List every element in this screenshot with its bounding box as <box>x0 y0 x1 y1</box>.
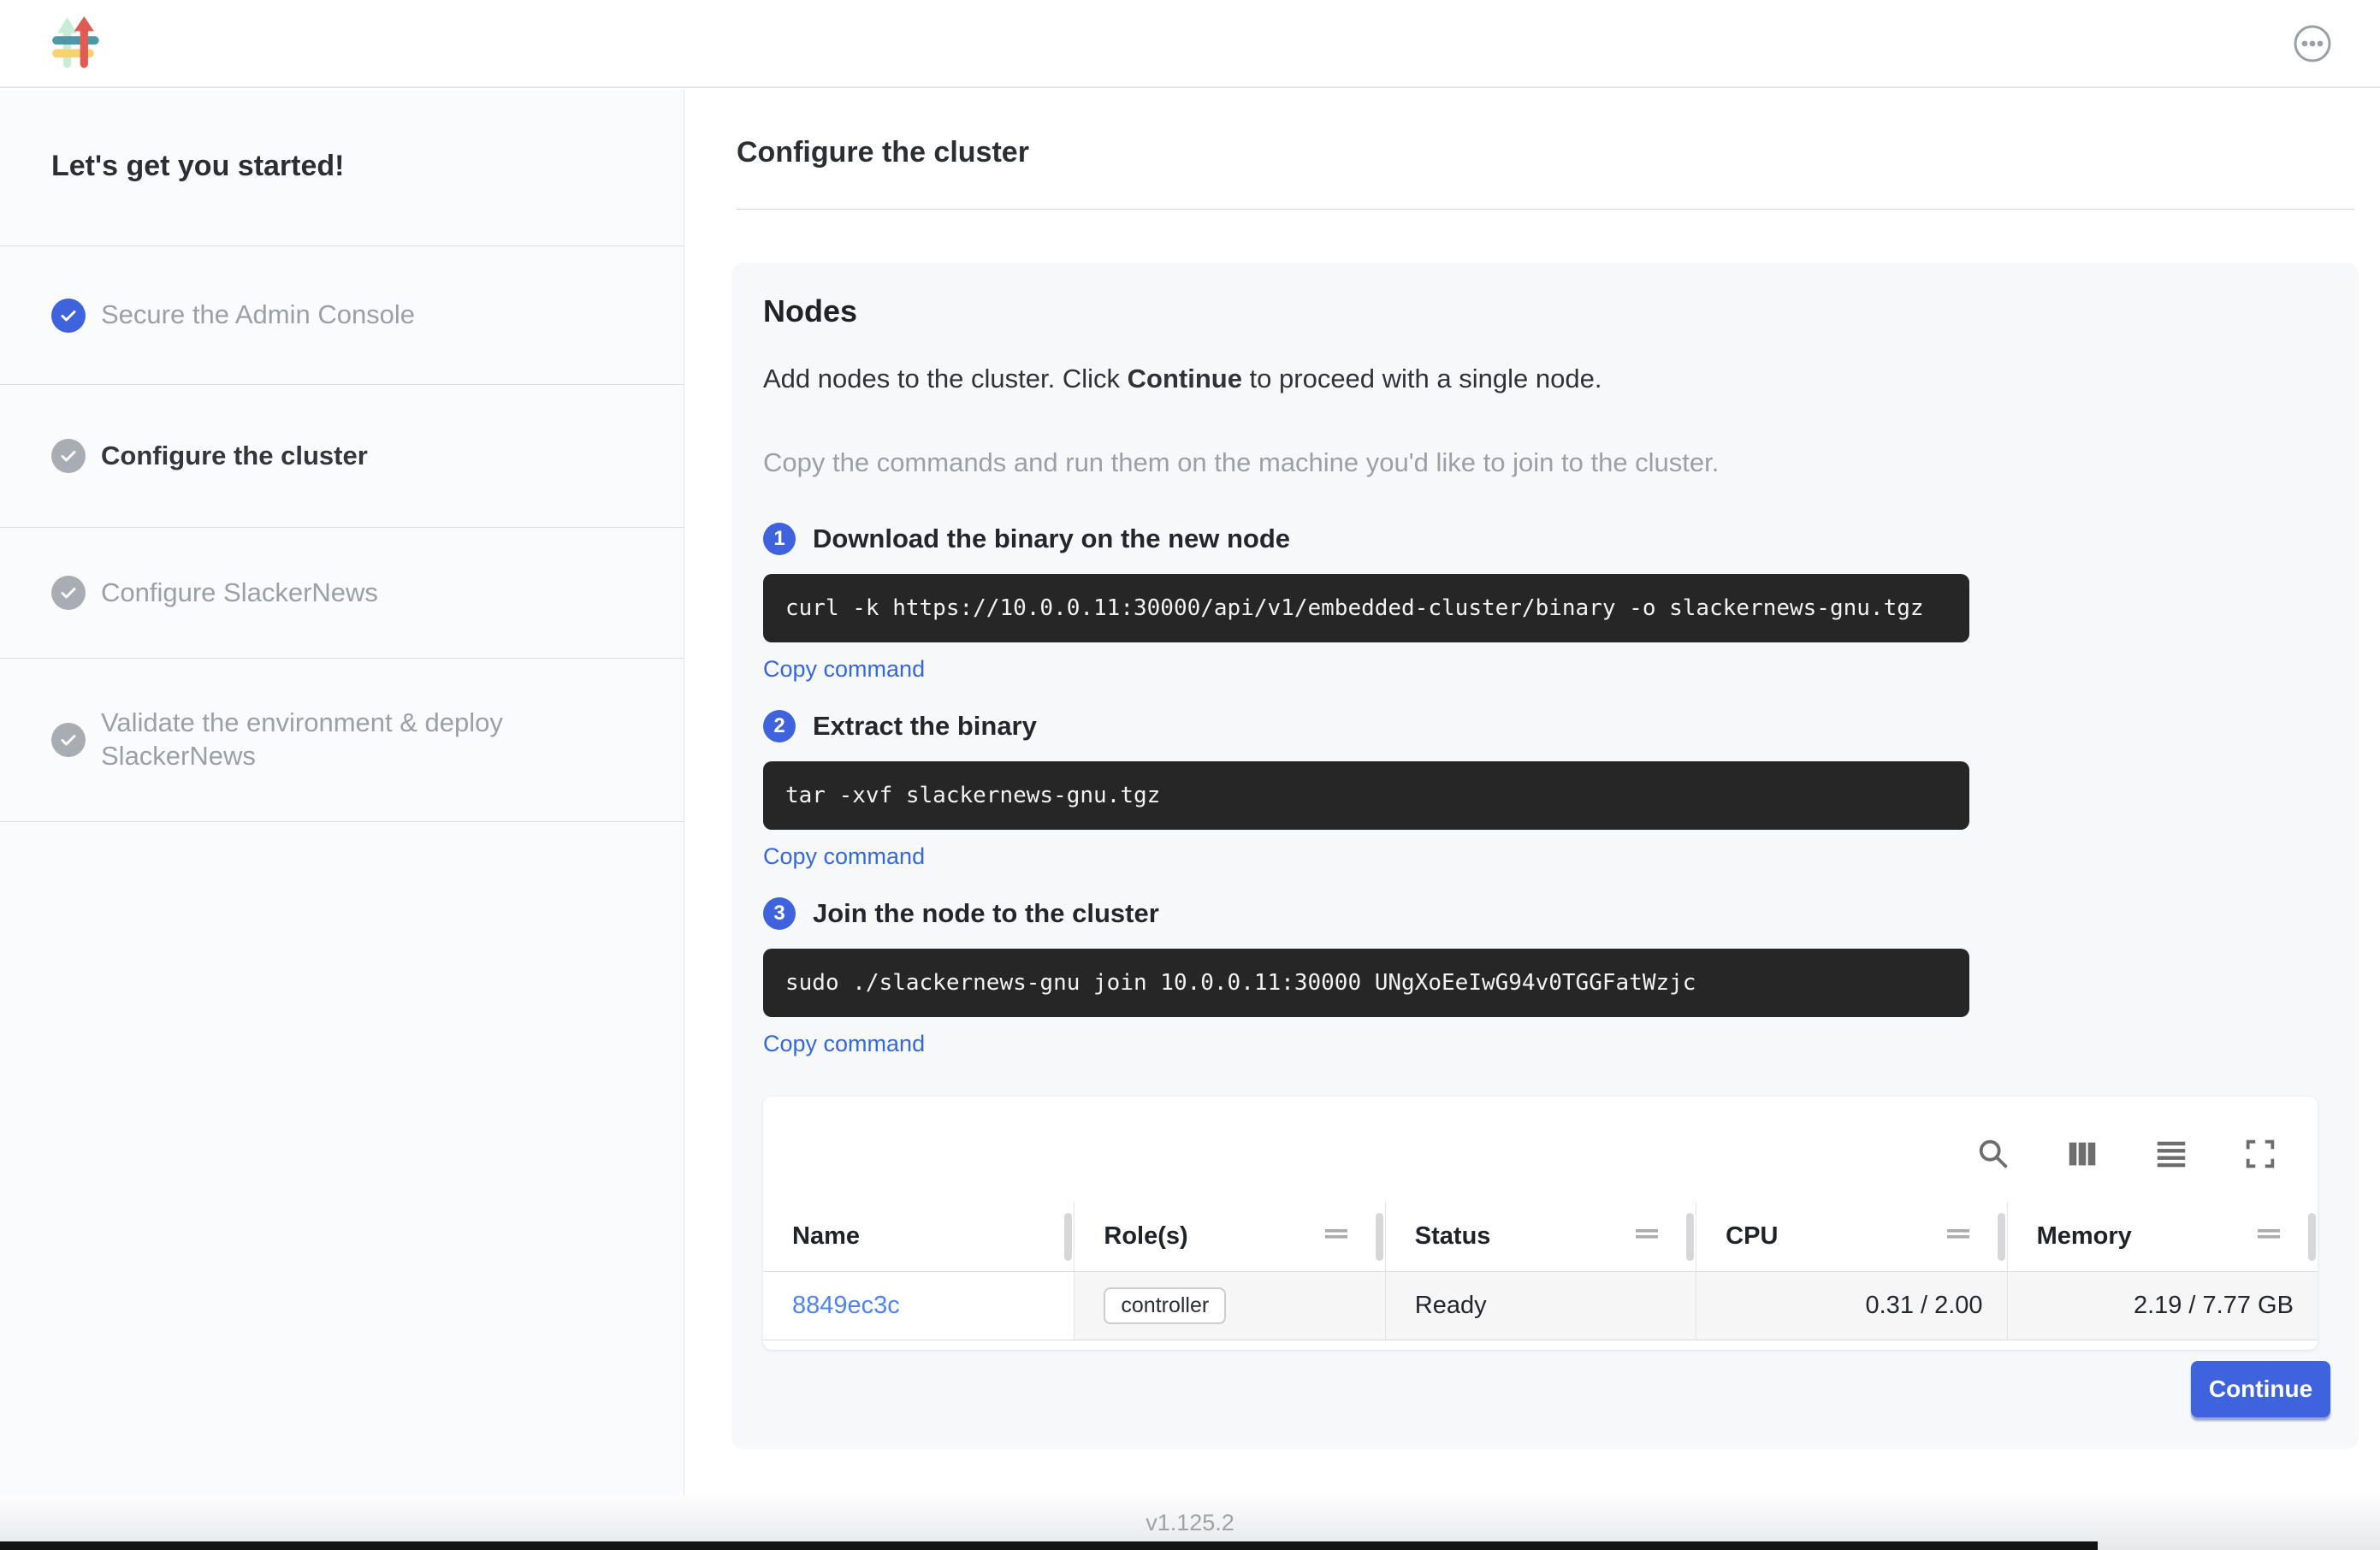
column-resize-handle[interactable] <box>1686 1213 1694 1261</box>
sidebar-item-label: Configure the cluster <box>101 440 368 473</box>
slackernews-logo-icon <box>51 16 101 71</box>
sidebar-item-label: Validate the environment & deploy Slacke… <box>101 707 597 773</box>
column-resize-handle[interactable] <box>2308 1213 2316 1261</box>
node-cpu-cell: 0.31 / 2.00 <box>1696 1272 2006 1340</box>
overflow-menu-button[interactable] <box>2293 24 2332 63</box>
copy-commands-hint: Copy the commands and run them on the ma… <box>763 447 2328 478</box>
sidebar-item-label: Configure SlackerNews <box>101 577 378 610</box>
nodes-table: Name Role(s) Status <box>763 1097 2318 1350</box>
table-row: 8849ec3c controller Ready 0.31 / 2.00 2.… <box>763 1272 2318 1340</box>
admin-console-screen: Let's get you started! Secure the Admin … <box>0 0 2380 1550</box>
check-circle-icon <box>51 576 86 610</box>
copy-command-link-2[interactable]: Copy command <box>763 843 925 870</box>
version-label: v1.125.2 <box>1146 1510 1234 1536</box>
step-1-command: curl -k https://10.0.0.11:30000/api/v1/e… <box>785 595 1924 621</box>
step-number-badge: 2 <box>763 710 796 742</box>
step-2-command: tar -xvf slackernews-gnu.tgz <box>785 783 1160 808</box>
bottom-edge-strip <box>0 1541 2098 1550</box>
node-status-cell: Ready <box>1385 1272 1696 1340</box>
table-header-row: Name Role(s) Status <box>763 1202 2318 1272</box>
step-1-command-block: curl -k https://10.0.0.11:30000/api/v1/e… <box>763 574 1969 642</box>
nodes-heading: Nodes <box>763 293 2328 329</box>
step-number-badge: 1 <box>763 523 796 555</box>
fullscreen-icon[interactable] <box>2241 1134 2280 1174</box>
check-circle-icon <box>51 299 86 333</box>
main-content: Configure the cluster Nodes Add nodes to… <box>685 90 2380 1495</box>
copy-command-link-1[interactable]: Copy command <box>763 656 925 683</box>
sidebar-item-configure-cluster[interactable]: Configure the cluster <box>0 384 684 527</box>
column-menu-icon[interactable] <box>1945 1221 1971 1253</box>
step-3-header: 3 Join the node to the cluster <box>763 897 2328 930</box>
column-menu-icon[interactable] <box>2256 1221 2282 1253</box>
column-menu-icon[interactable] <box>1323 1221 1349 1253</box>
view-columns-icon[interactable] <box>2063 1134 2102 1174</box>
column-header-name[interactable]: Name <box>763 1202 1074 1271</box>
column-menu-icon[interactable] <box>1634 1221 1660 1253</box>
role-chip: controller <box>1104 1287 1226 1324</box>
step-3-command-block: sudo ./slackernews-gnu join 10.0.0.11:30… <box>763 949 1969 1017</box>
column-header-cpu[interactable]: CPU <box>1696 1202 2006 1271</box>
column-resize-handle[interactable] <box>1064 1213 1072 1261</box>
sidebar-item-secure-admin-console[interactable]: Secure the Admin Console <box>0 246 684 384</box>
density-icon[interactable] <box>2152 1134 2191 1174</box>
step-2-command-block: tar -xvf slackernews-gnu.tgz <box>763 761 1969 830</box>
copy-command-link-3[interactable]: Copy command <box>763 1031 925 1057</box>
node-name-link[interactable]: 8849ec3c <box>792 1292 900 1320</box>
step-1-header: 1 Download the binary on the new node <box>763 523 2328 555</box>
sidebar-item-configure-slackernews[interactable]: Configure SlackerNews <box>0 527 684 658</box>
sidebar-item-label: Secure the Admin Console <box>101 299 415 332</box>
nodes-card: Nodes Add nodes to the cluster. Click Co… <box>731 263 2359 1449</box>
check-circle-icon <box>51 439 86 473</box>
table-toolbar <box>763 1097 2318 1202</box>
step-3-command: sudo ./slackernews-gnu join 10.0.0.11:30… <box>785 970 1696 996</box>
title-divider <box>737 209 2354 210</box>
column-header-memory[interactable]: Memory <box>2007 1202 2318 1271</box>
topbar <box>0 0 2380 88</box>
step-2-header: 2 Extract the binary <box>763 710 2328 742</box>
continue-button[interactable]: Continue <box>2191 1361 2330 1417</box>
ellipsis-circle-icon <box>2293 24 2332 63</box>
column-resize-handle[interactable] <box>1376 1213 1383 1261</box>
nodes-intro: Add nodes to the cluster. Click Continue… <box>763 364 2328 394</box>
step-number-badge: 3 <box>763 897 796 930</box>
sidebar-heading: Let's get you started! <box>0 90 684 246</box>
node-roles-cell: controller <box>1074 1272 1384 1340</box>
column-header-status[interactable]: Status <box>1385 1202 1696 1271</box>
sidebar-item-validate-deploy[interactable]: Validate the environment & deploy Slacke… <box>0 658 684 822</box>
search-icon[interactable] <box>1974 1134 2013 1174</box>
column-header-roles[interactable]: Role(s) <box>1074 1202 1384 1271</box>
node-memory-cell: 2.19 / 7.77 GB <box>2007 1272 2318 1340</box>
check-circle-icon <box>51 723 86 757</box>
node-name-cell: 8849ec3c <box>763 1272 1074 1340</box>
column-resize-handle[interactable] <box>1998 1213 2005 1261</box>
setup-steps-sidebar: Let's get you started! Secure the Admin … <box>0 90 684 1495</box>
page-title: Configure the cluster <box>737 136 2354 169</box>
